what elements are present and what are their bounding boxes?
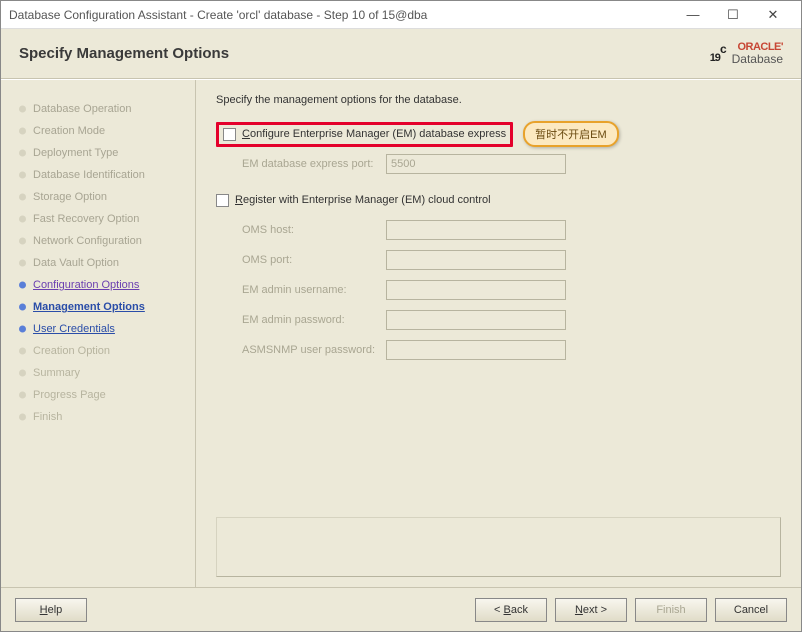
nav-database-identification: Database Identification [19, 164, 195, 186]
nav-deployment-type: Deployment Type [19, 142, 195, 164]
em-port-input [386, 154, 566, 174]
em-admin-pass-row: EM admin password: [216, 306, 781, 334]
oms-port-row: OMS port: [216, 246, 781, 274]
asmsnmp-row: ASMSNMP user password: [216, 336, 781, 364]
dbca-window: Database Configuration Assistant - Creat… [0, 0, 802, 632]
oms-host-input [386, 220, 566, 240]
em-express-checkbox[interactable] [223, 128, 236, 141]
cancel-button[interactable]: Cancel [715, 598, 787, 622]
oms-host-row: OMS host: [216, 216, 781, 244]
nav-finish: Finish [19, 406, 195, 428]
next-button[interactable]: Next > [555, 598, 627, 622]
em-admin-pass-label: EM admin password: [216, 314, 386, 326]
em-admin-user-row: EM admin username: [216, 276, 781, 304]
logo-brand: ORACLE' Database [732, 42, 783, 65]
nav-creation-option: Creation Option [19, 340, 195, 362]
instruction-text: Specify the management options for the d… [216, 94, 781, 106]
nav-summary: Summary [19, 362, 195, 384]
nav-database-operation: Database Operation [19, 98, 195, 120]
asmsnmp-input [386, 340, 566, 360]
nav-configuration-options[interactable]: Configuration Options [19, 274, 195, 296]
nav-progress-page: Progress Page [19, 384, 195, 406]
back-button[interactable]: < Back [475, 598, 547, 622]
help-button[interactable]: Help [15, 598, 87, 622]
nav-storage-option: Storage Option [19, 186, 195, 208]
content-pane: Specify the management options for the d… [196, 80, 801, 587]
close-button[interactable]: ✕ [753, 1, 793, 29]
message-area [216, 517, 781, 577]
asmsnmp-label: ASMSNMP user password: [216, 344, 386, 356]
window-title: Database Configuration Assistant - Creat… [9, 8, 673, 22]
annotation-pill: 暂时不开启EM [523, 121, 619, 147]
em-port-label: EM database express port: [216, 158, 386, 170]
em-express-highlight: Configure Enterprise Manager (EM) databa… [216, 122, 513, 147]
nav-management-options[interactable]: Management Options [19, 296, 195, 318]
oms-port-label: OMS port: [216, 254, 386, 266]
nav-creation-mode: Creation Mode [19, 120, 195, 142]
register-label[interactable]: Register with Enterprise Manager (EM) cl… [235, 194, 491, 206]
register-row: Register with Enterprise Manager (EM) cl… [216, 186, 781, 214]
oms-host-label: OMS host: [216, 224, 386, 236]
register-checkbox[interactable] [216, 194, 229, 207]
em-express-row: Configure Enterprise Manager (EM) databa… [216, 120, 781, 148]
body: Database Operation Creation Mode Deploym… [1, 79, 801, 587]
header: Specify Management Options 19c ORACLE' D… [1, 29, 801, 79]
nav-user-credentials[interactable]: User Credentials [19, 318, 195, 340]
maximize-button[interactable]: ☐ [713, 1, 753, 29]
em-port-row: EM database express port: [216, 150, 781, 178]
em-admin-pass-input [386, 310, 566, 330]
em-express-label[interactable]: Configure Enterprise Manager (EM) databa… [242, 128, 506, 140]
footer: Help < Back Next > Finish Cancel [1, 587, 801, 631]
oracle-logo: 19c ORACLE' Database [710, 40, 783, 68]
finish-button: Finish [635, 598, 707, 622]
nav-data-vault-option: Data Vault Option [19, 252, 195, 274]
page-heading: Specify Management Options [19, 45, 710, 62]
titlebar: Database Configuration Assistant - Creat… [1, 1, 801, 29]
minimize-button[interactable]: — [673, 1, 713, 29]
logo-version: 19c [710, 40, 726, 68]
em-admin-user-input [386, 280, 566, 300]
nav-fast-recovery-option: Fast Recovery Option [19, 208, 195, 230]
wizard-nav: Database Operation Creation Mode Deploym… [1, 80, 196, 587]
em-admin-user-label: EM admin username: [216, 284, 386, 296]
nav-network-configuration: Network Configuration [19, 230, 195, 252]
oms-port-input [386, 250, 566, 270]
